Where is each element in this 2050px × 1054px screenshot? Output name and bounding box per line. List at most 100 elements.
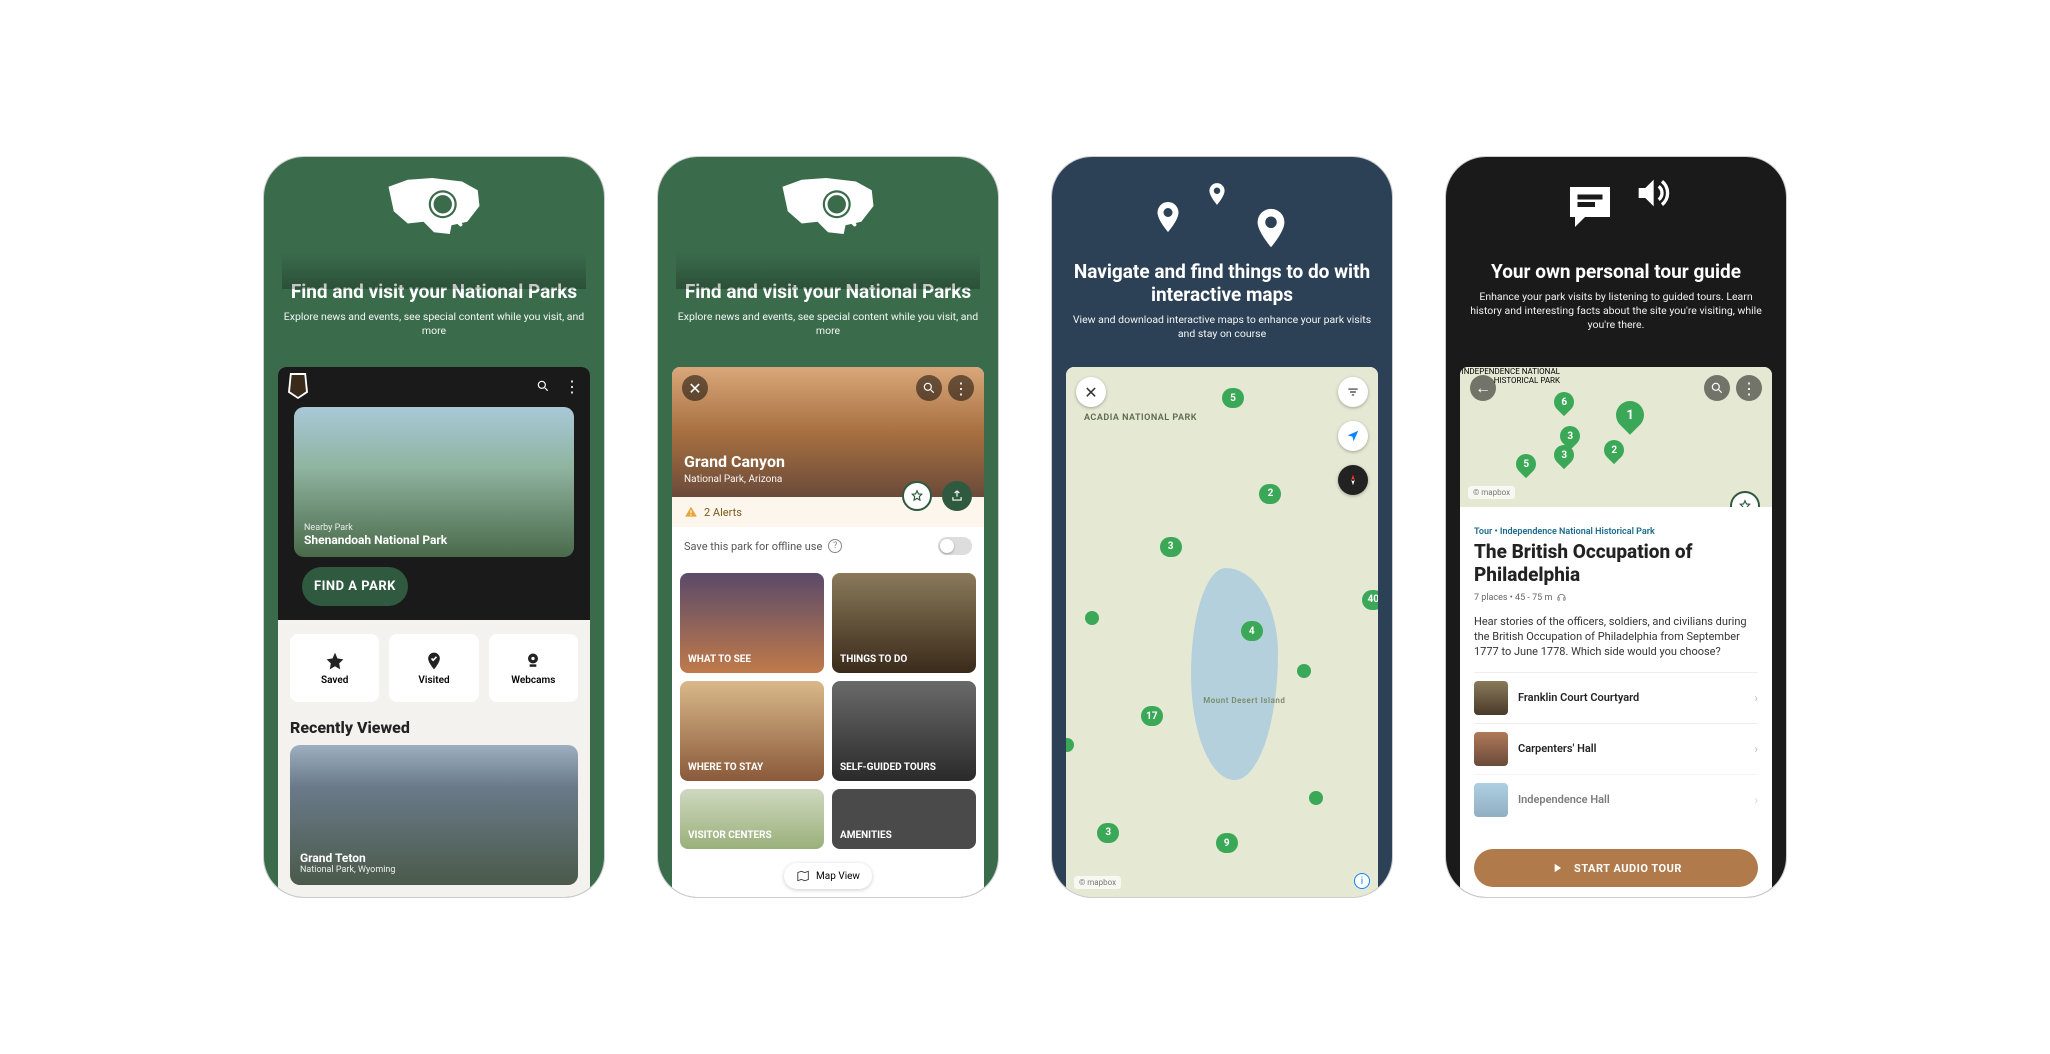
more-icon[interactable]: ⋮ [564, 379, 580, 395]
alerts-banner[interactable]: 2 Alerts [672, 497, 984, 527]
visited-tile[interactable]: Visited [389, 634, 478, 702]
map-attribution: © mapbox [1074, 876, 1121, 889]
self-guided-tours-card[interactable]: SELF-GUIDED TOURS [832, 681, 976, 781]
tour-stop-pin[interactable]: 6 [1549, 388, 1577, 416]
app-screen-map: ACADIA NATIONAL PARK Mount Desert Island… [1066, 367, 1378, 897]
map-marker[interactable] [1297, 664, 1311, 678]
offline-row: Save this park for offline use ? [672, 527, 984, 565]
promo-header: Your own personal tour guide Enhance you… [1446, 157, 1786, 344]
tour-stop-pin[interactable]: 1 [1610, 395, 1650, 435]
park-subtitle: National Park, Arizona [684, 474, 782, 485]
app-screen-tour: ← ⋮ INDEPENDENCE NATIONAL HISTORICAL PAR… [1460, 367, 1772, 897]
promo-title: Navigate and find things to do with inte… [1070, 261, 1374, 307]
park-name-label: ACADIA NATIONAL PARK [1084, 413, 1197, 423]
tour-stop-item[interactable]: Carpenters' Hall › [1474, 723, 1758, 774]
back-icon[interactable]: ← [1470, 375, 1496, 401]
map-cluster[interactable]: 3 [1160, 537, 1182, 557]
interactive-map[interactable]: ACADIA NATIONAL PARK Mount Desert Island… [1066, 367, 1378, 897]
where-to-stay-card[interactable]: WHERE TO STAY [680, 681, 824, 781]
app-screen-park-detail: ✕ ⋮ Grand Canyon National Park, Arizona … [672, 367, 984, 897]
promo-header: Find and visit your National Parks Explo… [264, 157, 604, 350]
park-name: Grand Canyon [684, 452, 785, 471]
tour-stops-list: Franklin Court Courtyard › Carpenters' H… [1474, 672, 1758, 825]
help-icon[interactable]: ? [828, 539, 842, 553]
recently-viewed-heading: Recently Viewed [290, 718, 578, 737]
amenities-card[interactable]: AMENITIES [832, 789, 976, 849]
tour-stop-item[interactable]: Independence Hall › [1474, 774, 1758, 825]
share-icon [950, 489, 964, 503]
screenshot-4: Your own personal tour guide Enhance you… [1446, 157, 1786, 897]
recent-park-name: Grand Teton [300, 851, 395, 865]
webcam-icon [523, 651, 543, 671]
tour-stop-item[interactable]: Franklin Court Courtyard › [1474, 672, 1758, 723]
app-screen-home: ⋮ Nearby Park Shenandoah National Park F… [278, 367, 590, 897]
star-icon [325, 651, 345, 671]
close-icon[interactable]: ✕ [682, 375, 708, 401]
map-cluster[interactable]: 3 [1097, 823, 1119, 843]
tour-description: Hear stories of the officers, soldiers, … [1474, 614, 1758, 660]
map-cluster[interactable]: 17 [1141, 706, 1163, 726]
promo-subtitle: Explore news and events, see special con… [282, 310, 586, 338]
audio-guide-icon [1464, 171, 1768, 237]
alert-icon [684, 505, 698, 519]
chevron-right-icon: › [1754, 742, 1758, 756]
share-button[interactable] [942, 481, 972, 511]
screenshot-3: Navigate and find things to do with inte… [1052, 157, 1392, 897]
promo-title: Your own personal tour guide [1464, 261, 1768, 284]
promo-header: Navigate and find things to do with inte… [1052, 157, 1392, 353]
locate-me-icon[interactable] [1338, 421, 1368, 451]
map-attribution: © mapbox [1468, 486, 1515, 499]
island-label: Mount Desert Island [1203, 696, 1285, 705]
find-a-park-button[interactable]: FIND A PARK [302, 567, 408, 606]
stop-thumbnail [1474, 681, 1508, 715]
things-to-do-card[interactable]: THINGS TO DO [832, 573, 976, 673]
nearby-park-card[interactable]: Nearby Park Shenandoah National Park [294, 407, 574, 557]
search-icon[interactable] [536, 378, 550, 397]
chevron-right-icon: › [1754, 691, 1758, 705]
map-cluster[interactable]: 4 [1241, 621, 1263, 641]
offline-toggle[interactable] [938, 537, 972, 555]
promo-subtitle: Explore news and events, see special con… [676, 310, 980, 338]
filter-icon[interactable] [1338, 377, 1368, 407]
promo-header: Find and visit your National Parks Explo… [658, 157, 998, 350]
compass-icon[interactable] [1338, 465, 1368, 495]
map-marker[interactable] [1066, 738, 1074, 752]
stop-thumbnail [1474, 732, 1508, 766]
tour-stop-pin[interactable]: 2 [1599, 436, 1627, 464]
map-marker[interactable] [1309, 791, 1323, 805]
tour-map[interactable]: ← ⋮ INDEPENDENCE NATIONAL HISTORICAL PAR… [1460, 367, 1772, 507]
park-hero-image: ✕ ⋮ Grand Canyon National Park, Arizona [672, 367, 984, 497]
map-cluster[interactable]: 5 [1222, 388, 1244, 408]
more-icon[interactable]: ⋮ [1736, 375, 1762, 401]
saved-tile[interactable]: Saved [290, 634, 379, 702]
what-to-see-card[interactable]: WHAT TO SEE [680, 573, 824, 673]
close-icon[interactable]: ✕ [1076, 377, 1106, 407]
promo-subtitle: Enhance your park visits by listening to… [1464, 290, 1768, 333]
webcams-tile[interactable]: Webcams [489, 634, 578, 702]
more-icon[interactable]: ⋮ [948, 375, 974, 401]
start-audio-tour-button[interactable]: START AUDIO TOUR [1474, 849, 1758, 887]
nearby-park-name: Shenandoah National Park [304, 533, 447, 547]
tour-stop-pin[interactable]: 5 [1512, 450, 1540, 478]
map-cluster[interactable]: 40 [1362, 590, 1378, 610]
map-pins-icon [1070, 171, 1374, 251]
visitor-centers-card[interactable]: VISITOR CENTERS [680, 789, 824, 849]
map-view-button[interactable]: Map View [784, 863, 872, 889]
map-marker[interactable] [1085, 611, 1099, 625]
star-outline-icon [910, 489, 924, 503]
map-cluster[interactable]: 2 [1259, 484, 1281, 504]
breadcrumb[interactable]: Tour • Independence National Historical … [1474, 527, 1758, 537]
search-icon[interactable] [1704, 375, 1730, 401]
favorite-button[interactable] [902, 481, 932, 511]
recent-park-card[interactable]: Grand Teton National Park, Wyoming [290, 745, 578, 885]
play-icon [1550, 861, 1564, 875]
map-cluster[interactable]: 9 [1216, 833, 1238, 853]
info-icon[interactable]: i [1354, 873, 1370, 889]
screenshot-2: Find and visit your National Parks Explo… [658, 157, 998, 897]
chevron-right-icon: › [1754, 793, 1758, 807]
nearby-label: Nearby Park [304, 523, 447, 533]
promo-subtitle: View and download interactive maps to en… [1070, 313, 1374, 341]
screenshot-1: Find and visit your National Parks Explo… [264, 157, 604, 897]
search-icon[interactable] [916, 375, 942, 401]
tour-meta: 7 places • 45 - 75 m [1474, 593, 1758, 604]
